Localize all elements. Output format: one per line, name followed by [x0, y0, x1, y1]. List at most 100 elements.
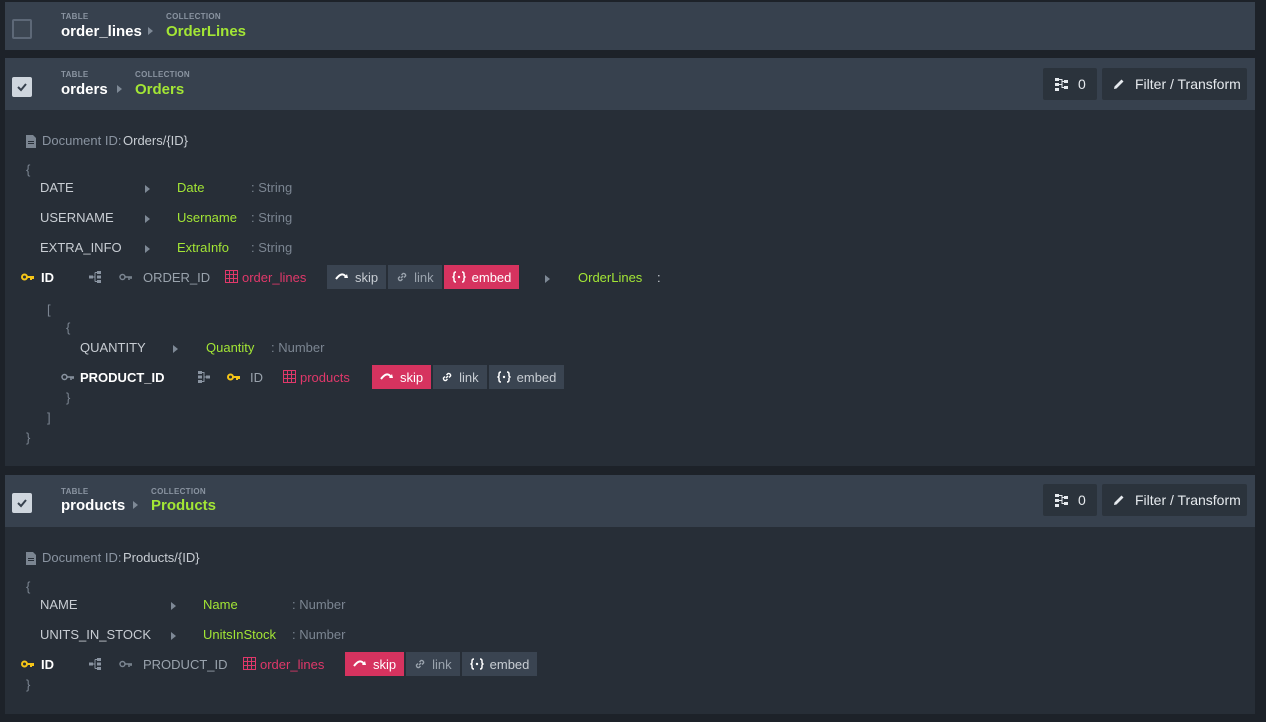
- check-icon: [17, 499, 27, 508]
- document-icon: [26, 552, 36, 565]
- link-label: link: [459, 369, 479, 385]
- relation-mode-toggle: skip link embed: [345, 652, 539, 676]
- panel-header[interactable]: TABLE orders COLLECTION Orders 0 Filter …: [5, 58, 1255, 110]
- column-name: NAME: [40, 597, 78, 612]
- link-label: link: [432, 656, 452, 672]
- skip-button[interactable]: skip: [327, 265, 387, 289]
- property-name[interactable]: Username: [177, 210, 237, 225]
- property-name[interactable]: ExtraInfo: [177, 240, 229, 255]
- skip-button[interactable]: skip: [372, 365, 432, 389]
- filter-transform-button[interactable]: Filter / Transform: [1102, 68, 1247, 100]
- doc-id-label: Document ID:: [42, 550, 122, 565]
- property-name[interactable]: Quantity: [206, 340, 254, 355]
- column-name: EXTRA_INFO: [40, 240, 122, 255]
- skip-label: skip: [400, 369, 424, 385]
- check-icon: [17, 83, 27, 92]
- key-column: PRODUCT_ID: [80, 370, 165, 385]
- collection-caption: COLLECTION: [166, 12, 221, 21]
- property-name[interactable]: UnitsInStock: [203, 627, 276, 642]
- collection-name: OrderLines: [166, 23, 247, 40]
- collection-panel-order-lines: TABLE order_lines COLLECTION OrderLines: [5, 2, 1255, 50]
- chevron-right-icon: [173, 345, 178, 353]
- collection-name: Products: [151, 497, 217, 514]
- patch-count-button[interactable]: 0: [1043, 68, 1097, 100]
- related-table[interactable]: products: [300, 370, 350, 385]
- open-bracket: [: [47, 302, 51, 317]
- link-icon: [442, 372, 452, 382]
- document-icon: [26, 135, 36, 148]
- patch-count-button[interactable]: 0: [1043, 484, 1097, 516]
- link-icon: [415, 659, 425, 669]
- foreign-key-column: PRODUCT_ID: [143, 657, 228, 672]
- key-column: ID: [41, 270, 54, 285]
- link-button[interactable]: link: [388, 265, 442, 289]
- relation-mode-toggle: skip link embed: [327, 265, 521, 289]
- embed-button[interactable]: embed: [488, 365, 565, 389]
- collection-caption: COLLECTION: [151, 487, 206, 496]
- close-brace: }: [26, 677, 31, 692]
- patch-count: 0: [1078, 76, 1086, 92]
- chevron-right-icon: [171, 602, 176, 610]
- patch-count: 0: [1078, 492, 1086, 508]
- foreign-key-icon: [119, 273, 132, 281]
- doc-id-value: Orders/{ID}: [123, 133, 189, 148]
- collection-caption: COLLECTION: [135, 70, 190, 79]
- embed-label: embed: [489, 656, 530, 672]
- table-name: orders: [61, 81, 108, 98]
- column-name: UNITS_IN_STOCK: [40, 627, 152, 642]
- property-type: : String: [251, 210, 293, 225]
- tree-icon: [1055, 494, 1068, 507]
- related-table[interactable]: order_lines: [260, 657, 324, 672]
- column-name: USERNAME: [40, 210, 114, 225]
- pencil-icon: [1114, 495, 1124, 505]
- link-button[interactable]: link: [433, 365, 487, 389]
- embed-label: embed: [471, 269, 512, 285]
- property-type: : Number: [292, 627, 346, 642]
- filter-transform-button[interactable]: Filter / Transform: [1102, 484, 1247, 516]
- property-name[interactable]: Name: [203, 597, 238, 612]
- primary-key-icon: [227, 373, 240, 381]
- open-brace: {: [26, 579, 31, 594]
- foreign-key-column: ID: [250, 370, 263, 385]
- foreign-key-icon: [119, 660, 132, 668]
- panel-body: Document ID: Products/{ID} { NAME Name :…: [5, 527, 1255, 714]
- panel-checkbox[interactable]: [12, 493, 32, 513]
- table-icon: [225, 270, 238, 283]
- skip-icon: [380, 373, 393, 380]
- column-name: QUANTITY: [80, 340, 146, 355]
- panel-checkbox[interactable]: [12, 19, 32, 39]
- doc-id-label: Document ID:: [42, 133, 122, 148]
- property-type: : Number: [271, 340, 325, 355]
- tree-icon: [1055, 78, 1068, 91]
- embed-target-property[interactable]: OrderLines: [578, 270, 642, 285]
- chevron-right-icon: [148, 27, 153, 35]
- open-brace: {: [26, 162, 31, 177]
- panel-checkbox[interactable]: [12, 77, 32, 97]
- panel-header[interactable]: TABLE products COLLECTION Products 0 Fil…: [5, 475, 1255, 527]
- embed-icon: [451, 271, 466, 283]
- primary-key-icon: [21, 660, 34, 668]
- link-label: link: [414, 269, 434, 285]
- embed-label: embed: [516, 369, 557, 385]
- property-name[interactable]: Date: [177, 180, 204, 195]
- chevron-right-icon: [117, 85, 122, 93]
- embed-button[interactable]: embed: [461, 652, 538, 676]
- skip-label: skip: [373, 656, 397, 672]
- embed-button[interactable]: embed: [443, 265, 520, 289]
- key-column: ID: [41, 657, 54, 672]
- skip-button[interactable]: skip: [345, 652, 405, 676]
- close-bracket: ]: [47, 410, 51, 425]
- filter-transform-label: Filter / Transform: [1135, 492, 1241, 508]
- property-type: : String: [251, 240, 293, 255]
- related-table[interactable]: order_lines: [242, 270, 306, 285]
- column-name: DATE: [40, 180, 74, 195]
- link-button[interactable]: link: [406, 652, 460, 676]
- relation-mode-toggle: skip link embed: [372, 365, 566, 389]
- foreign-key-icon: [61, 373, 74, 381]
- primary-key-icon: [21, 273, 34, 281]
- panel-header[interactable]: TABLE order_lines COLLECTION OrderLines: [5, 2, 1255, 50]
- collection-name: Orders: [135, 81, 185, 98]
- collection-panel-products: TABLE products COLLECTION Products 0 Fil…: [5, 475, 1255, 714]
- chevron-right-icon: [145, 215, 150, 223]
- property-type: : String: [251, 180, 293, 195]
